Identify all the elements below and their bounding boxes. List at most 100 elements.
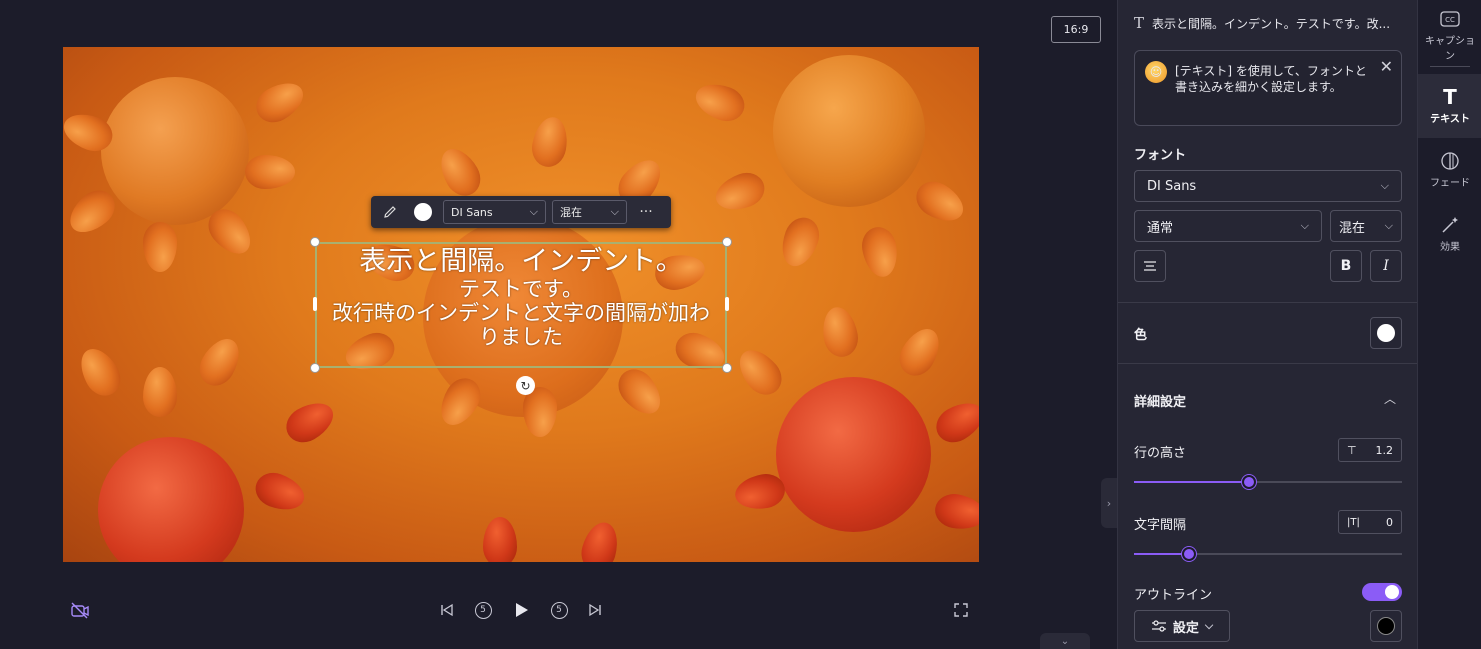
petal <box>932 490 979 534</box>
slider-fill <box>1134 481 1248 483</box>
bold-button[interactable]: B <box>1330 250 1362 282</box>
skip-to-start-icon[interactable] <box>435 598 459 622</box>
caption-line: 表示と間隔。インデント。 <box>359 246 683 277</box>
sliders-icon <box>1151 620 1166 632</box>
fullscreen-icon[interactable] <box>949 598 973 622</box>
text-color-swatch[interactable] <box>414 203 432 221</box>
caption-line: りました <box>479 325 563 350</box>
chevron-down-icon: ⌵ <box>1380 179 1389 192</box>
rail-item-fade[interactable]: フェード <box>1418 150 1481 200</box>
playback-bar: 5 5 <box>0 594 1117 626</box>
line-height-slider[interactable] <box>1134 475 1402 489</box>
letter-spacing-input[interactable]: |T| 0 <box>1338 510 1402 534</box>
aspect-ratio-button[interactable]: 16:9 <box>1051 16 1101 43</box>
resize-handle-bottom-left[interactable] <box>310 363 320 373</box>
petal <box>730 341 790 403</box>
petal <box>72 341 128 403</box>
outline-settings-button[interactable]: 設定 ⌵ <box>1134 610 1230 642</box>
svg-text:CC: CC <box>1445 16 1455 24</box>
text-color-dot <box>1377 324 1395 342</box>
caption-line: 改行時のインデントと文字の間隔が加わ <box>332 301 710 326</box>
toolbar-weight-value: 混在 <box>560 206 582 219</box>
slider-thumb[interactable] <box>1182 547 1196 561</box>
chevron-down-icon: ⌵ <box>1300 219 1309 232</box>
font-weight-value: 混在 <box>1339 220 1366 236</box>
play-icon[interactable] <box>509 598 533 622</box>
petal <box>775 212 825 272</box>
petal <box>909 174 971 230</box>
petal <box>279 394 341 450</box>
chevron-up-icon[interactable]: ︿ <box>1384 390 1396 407</box>
font-weight-select[interactable]: 混在 ⌵ <box>1330 210 1402 242</box>
petal <box>528 114 572 170</box>
chevron-down-icon: ⌵ <box>1204 619 1214 632</box>
rail-item-captions[interactable]: CC キャプション <box>1418 8 1481 64</box>
rail-label: キャプション <box>1425 36 1475 62</box>
letter-spacing-label: 文字間隔 <box>1134 518 1187 533</box>
skip-to-end-icon[interactable] <box>583 598 607 622</box>
rail-item-effects[interactable]: 効果 <box>1418 214 1481 264</box>
cc-icon: CC <box>1440 8 1460 30</box>
toolbar-font-select[interactable]: DI Sans ⌵ <box>443 200 546 224</box>
rewind-5-icon[interactable]: 5 <box>471 598 495 622</box>
rail-label: 効果 <box>1440 242 1460 253</box>
sun-ball <box>776 377 931 532</box>
italic-button[interactable]: I <box>1370 250 1402 282</box>
smiley-icon: ☺ <box>1145 61 1167 83</box>
line-height-label: 行の高さ <box>1134 446 1187 461</box>
font-style-select[interactable]: 通常 ⌵ <box>1134 210 1322 242</box>
align-center-button[interactable] <box>1134 250 1166 282</box>
outline-settings-label: 設定 <box>1172 620 1199 636</box>
text-color-button[interactable] <box>1370 317 1402 349</box>
petal <box>143 367 177 417</box>
letter-spacing-value: 0 <box>1386 515 1393 529</box>
sun-ball <box>98 437 244 562</box>
preview-area: 16:9 ↻ 表示と間隔。インデント。 テストです。 改行時のインデントと文字の… <box>0 0 1117 649</box>
chevron-down-icon: ⌵ <box>1384 219 1393 232</box>
ai-camera-off-icon[interactable] <box>68 598 92 622</box>
petal <box>818 304 862 360</box>
toggle-knob <box>1385 585 1399 599</box>
more-options-icon[interactable]: ··· <box>633 200 659 224</box>
divider <box>1118 363 1418 364</box>
petal <box>432 141 488 203</box>
pencil-icon[interactable] <box>377 200 403 224</box>
color-section-label: 色 <box>1134 328 1148 343</box>
toolbar-weight-select[interactable]: 混在 ⌵ <box>552 200 627 224</box>
close-icon[interactable]: ✕ <box>1380 57 1393 76</box>
rail-label: フェード <box>1430 178 1470 189</box>
petal <box>892 321 948 383</box>
sun-ball <box>773 55 925 207</box>
petal <box>858 224 902 280</box>
tip-box: ☺ [テキスト] を使用して、フォントと書き込みを細かく設定します。 ✕ <box>1134 50 1402 126</box>
caption-line: テストです。 <box>459 277 583 302</box>
collapse-panel-button[interactable]: › <box>1101 478 1117 528</box>
petal <box>610 361 670 423</box>
font-family-value: DI Sans <box>1147 178 1197 194</box>
letter-spacing-slider[interactable] <box>1134 547 1402 561</box>
outline-color-button[interactable] <box>1370 610 1402 642</box>
caption-text[interactable]: 表示と間隔。インデント。 テストです。 改行時のインデントと文字の間隔が加わ り… <box>315 246 727 349</box>
petal <box>710 167 770 217</box>
right-rail: CC キャプション T テキスト フェード 効果 <box>1417 0 1481 649</box>
petal <box>483 517 517 562</box>
resize-handle-bottom-right[interactable] <box>722 363 732 373</box>
outline-color-dot <box>1377 617 1395 635</box>
petal <box>577 518 623 562</box>
rotate-handle[interactable]: ↻ <box>516 376 535 395</box>
letter-spacing-icon: |T| <box>1347 516 1360 528</box>
outline-toggle[interactable] <box>1362 583 1402 601</box>
rail-label: テキスト <box>1430 114 1470 125</box>
toolbar-font-value: DI Sans <box>451 205 493 219</box>
expand-timeline-button[interactable]: ⌄ <box>1040 633 1090 649</box>
advanced-section-label: 詳細設定 <box>1134 395 1187 410</box>
line-height-input[interactable]: ⊤ 1.2 <box>1338 438 1402 462</box>
rail-item-text[interactable]: T テキスト <box>1418 74 1481 138</box>
forward-5-icon[interactable]: 5 <box>547 598 571 622</box>
petal <box>245 155 295 189</box>
slider-thumb[interactable] <box>1242 475 1256 489</box>
text-icon: T <box>1443 85 1457 109</box>
petal <box>929 394 979 450</box>
font-family-select[interactable]: DI Sans ⌵ <box>1134 170 1402 202</box>
font-style-value: 通常 <box>1147 220 1174 236</box>
